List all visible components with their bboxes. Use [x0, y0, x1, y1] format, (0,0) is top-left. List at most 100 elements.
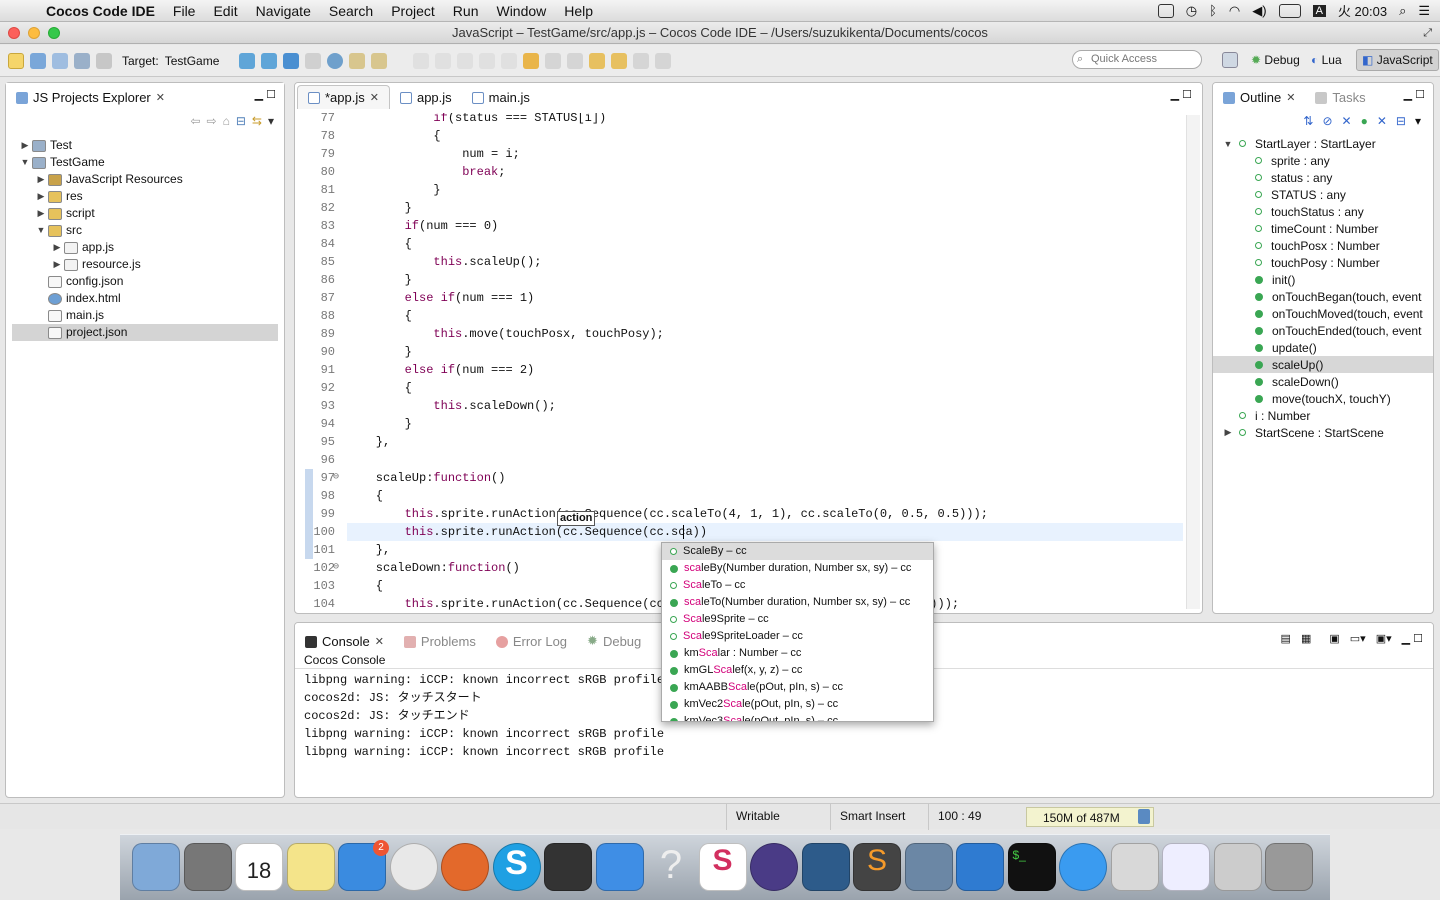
completion-item[interactable]: ScaleTo – cc	[662, 577, 933, 594]
input-source-icon[interactable]: A	[1312, 4, 1326, 17]
time-machine-icon[interactable]: ◷	[1186, 3, 1197, 19]
perspective-lua[interactable]: ◐ Lua	[1306, 49, 1347, 71]
close-window-button[interactable]	[8, 27, 20, 39]
target-value[interactable]: TestGame	[165, 54, 220, 68]
hide-nonpublic-icon[interactable]: ●	[1361, 114, 1368, 128]
status-app-icon[interactable]	[1157, 3, 1174, 18]
twisty-icon[interactable]: ▶	[34, 171, 48, 188]
outline-item[interactable]: onTouchMoved(touch, event	[1213, 305, 1433, 322]
menu-edit[interactable]: Edit	[204, 3, 246, 19]
back-icon[interactable]	[589, 52, 606, 69]
twisty-icon[interactable]: ▶	[34, 205, 48, 222]
minimize-window-button[interactable]	[28, 27, 40, 39]
tree-item[interactable]: ▼ src	[18, 222, 284, 239]
editor-tab[interactable]: app.js	[390, 86, 462, 109]
console-min-max-icons[interactable]: ▁ ☐	[1402, 632, 1423, 645]
clear-console-icon[interactable]: ▤	[1281, 632, 1291, 645]
completion-item[interactable]: scaleTo(Number duration, Number sx, sy) …	[662, 594, 933, 611]
outline-view-menu-icon[interactable]: ▾	[1415, 114, 1421, 128]
collapse-outline-icon[interactable]: ⊟	[1396, 114, 1406, 128]
tab-outline[interactable]: Outline ✕	[1213, 86, 1306, 109]
completion-item[interactable]: kmScalar : Number – cc	[662, 645, 933, 662]
sourcetree-icon[interactable]	[801, 843, 850, 891]
perspective-debug[interactable]: ✹ Debug	[1246, 49, 1305, 71]
slack-icon[interactable]: S	[698, 843, 747, 891]
editor-min-max-icons[interactable]: ▁ ☐	[1171, 88, 1192, 101]
completion-item[interactable]: ScaleBy – cc	[662, 543, 933, 560]
autocomplete-popup[interactable]: ScaleBy – cc scaleBy(Number duration, Num…	[661, 542, 934, 722]
mail-icon[interactable]	[1162, 843, 1210, 891]
outline-item[interactable]: ▼ StartLayer : StartLayer	[1213, 135, 1433, 152]
outline-item[interactable]: touchStatus : any	[1213, 203, 1433, 220]
help-icon[interactable]: ?	[647, 843, 695, 891]
menu-file[interactable]: File	[164, 3, 205, 19]
completion-item[interactable]: kmAABBScale(pOut, pIn, s) – cc	[662, 679, 933, 696]
tree-item[interactable]: index.html	[18, 290, 284, 307]
open-perspective-icon[interactable]	[1222, 52, 1238, 68]
outline-item[interactable]: scaleDown()	[1213, 373, 1433, 390]
bluetooth-icon[interactable]: ᛒ	[1209, 3, 1217, 18]
chrome-icon[interactable]	[389, 843, 438, 891]
close-icon[interactable]: ✕	[1286, 91, 1295, 104]
outline-item[interactable]: STATUS : any	[1213, 186, 1433, 203]
outline-item[interactable]: touchPosx : Number	[1213, 237, 1433, 254]
menu-run[interactable]: Run	[444, 3, 488, 19]
outline-item[interactable]: touchPosy : Number	[1213, 254, 1433, 271]
tab-console[interactable]: Console ✕	[295, 630, 394, 653]
forward-icon[interactable]	[633, 52, 650, 69]
outline-item[interactable]: timeCount : Number	[1213, 220, 1433, 237]
tree-item[interactable]: ▶ resource.js	[18, 256, 284, 273]
tree-item[interactable]: ▶ app.js	[18, 239, 284, 256]
cocos-icon[interactable]	[1213, 843, 1262, 891]
completion-item[interactable]: scaleBy(Number duration, Number sx, sy) …	[662, 560, 933, 577]
outline-item[interactable]: i : Number	[1213, 407, 1433, 424]
debug-run-icon[interactable]	[283, 52, 300, 69]
format-icon[interactable]	[371, 52, 388, 69]
tab-js-projects-explorer[interactable]: JS Projects Explorer ✕	[6, 86, 175, 109]
pin-icon[interactable]	[655, 52, 672, 69]
tree-item[interactable]: config.json	[18, 273, 284, 290]
twisty-icon[interactable]: ▶	[34, 188, 48, 205]
forward-back-icon[interactable]	[611, 52, 628, 69]
hide-local-icon[interactable]: ✕	[1377, 114, 1387, 128]
itunes-icon[interactable]	[1059, 843, 1107, 891]
tree-item[interactable]: main.js	[18, 307, 284, 324]
collapse-all-icon[interactable]: ⊟	[236, 114, 246, 128]
calendar-icon[interactable]: 18	[235, 843, 283, 891]
globe-run-icon[interactable]	[327, 52, 344, 69]
skype-icon[interactable]: S	[492, 843, 541, 891]
tab-tasks[interactable]: Tasks	[1305, 86, 1375, 109]
new-icon[interactable]	[8, 52, 24, 69]
outline-min-max-icons[interactable]: ▁ ☐	[1404, 88, 1433, 101]
volume-icon[interactable]: ◀)	[1252, 3, 1266, 19]
tree-item[interactable]: ▶ JavaScript Resources	[18, 171, 284, 188]
close-icon[interactable]: ✕	[370, 91, 379, 104]
perspective-javascript[interactable]: ◧ JavaScript	[1356, 49, 1439, 71]
finder-icon[interactable]	[132, 843, 180, 891]
menu-project[interactable]: Project	[382, 3, 444, 19]
forward-nav-icon[interactable]: ⇨	[207, 114, 217, 128]
wifi-icon[interactable]: ◠	[1229, 3, 1240, 19]
scroll-lock-icon[interactable]: ▦	[1301, 632, 1311, 645]
tools-icon[interactable]	[305, 52, 322, 69]
outline-item[interactable]: init()	[1213, 271, 1433, 288]
menubar-clock[interactable]: 火 20:03	[1338, 1, 1387, 20]
twisty-icon[interactable]: ▶	[50, 256, 64, 273]
gc-trash-icon[interactable]	[1138, 809, 1150, 824]
twisty-icon[interactable]: ▶	[1221, 427, 1235, 438]
twisty-icon[interactable]: ▼	[34, 222, 48, 239]
completion-item[interactable]: kmVec3Scale(pOut, pIn, s) – cc	[662, 713, 933, 721]
menu-navigate[interactable]: Navigate	[247, 3, 320, 19]
outline-item[interactable]: status : any	[1213, 169, 1433, 186]
minimize-maximize-icons[interactable]: ▁ ☐	[255, 88, 284, 101]
tab-debug[interactable]: ✹ Debug	[577, 629, 651, 653]
tree-item[interactable]: ▼ TestGame	[18, 154, 284, 171]
terminal-icon[interactable]: $_	[1007, 843, 1056, 891]
quick-access-input[interactable]: ⌕ Quick Access	[1072, 50, 1202, 69]
activity-icon[interactable]	[1110, 843, 1159, 891]
completion-item[interactable]: Scale9SpriteLoader – cc	[662, 628, 933, 645]
eclipse-icon[interactable]	[750, 843, 798, 891]
battery-icon[interactable]	[1278, 3, 1301, 18]
menu-window[interactable]: Window	[487, 3, 555, 19]
heap-status[interactable]: 150M of 487M	[1026, 807, 1154, 827]
